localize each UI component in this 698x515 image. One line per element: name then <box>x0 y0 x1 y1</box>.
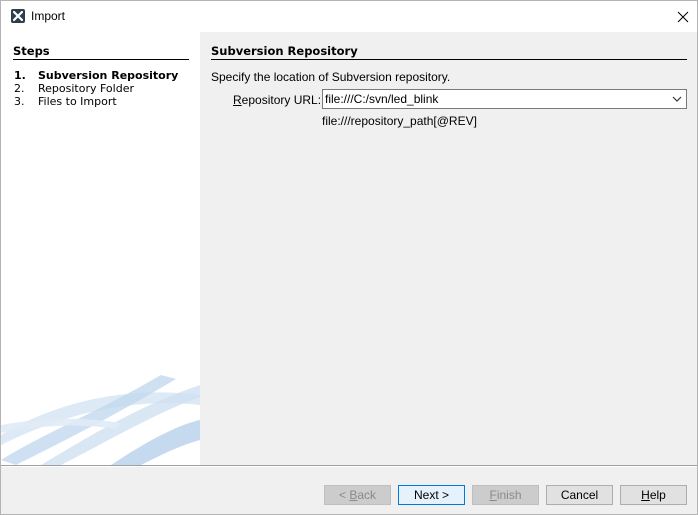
steps-panel: Steps 1. Subversion Repository 2. Reposito… <box>1 32 200 465</box>
mnemonic-letter: R <box>233 93 242 107</box>
step-item-1: 1. Subversion Repository <box>14 69 194 82</box>
steps-list: 1. Subversion Repository 2. Repository Fol… <box>14 69 194 108</box>
step-item-3: 3. Files to Import <box>14 95 194 108</box>
mnemonic-letter: H <box>641 488 650 502</box>
dropdown-button[interactable] <box>670 92 684 106</box>
back-label: ack <box>357 488 377 502</box>
help-button[interactable]: Help <box>620 485 687 505</box>
step-number: 1. <box>14 69 26 82</box>
mnemonic-letter: B <box>349 488 358 502</box>
main-content: Subversion Repository Specify the locati… <box>200 32 697 465</box>
window-title: Import <box>31 9 66 23</box>
step-number: 3. <box>14 95 25 108</box>
url-format-hint: file:///repository_path[@REV] <box>322 114 477 128</box>
step-label: Repository Folder <box>38 82 134 95</box>
cancel-label: Cancel <box>560 488 599 502</box>
close-button[interactable] <box>669 1 697 32</box>
back-button[interactable]: < Back <box>324 485 391 505</box>
app-icon <box>11 9 25 23</box>
mnemonic-letter: F <box>489 488 497 502</box>
title-bar: Import <box>1 1 697 32</box>
help-label: elp <box>649 488 666 502</box>
label-text: epository URL: <box>241 93 322 107</box>
section-heading: Subversion Repository <box>211 44 687 60</box>
next-label: Next > <box>413 488 449 502</box>
next-button[interactable]: Next > <box>398 485 465 505</box>
cancel-button[interactable]: Cancel <box>546 485 613 505</box>
repository-url-input[interactable] <box>325 91 660 107</box>
steps-heading: Steps <box>13 44 189 60</box>
instruction-text: Specify the location of Subversion repos… <box>211 70 451 84</box>
chevron-down-icon <box>672 96 682 102</box>
step-label: Files to Import <box>38 95 117 108</box>
footer-separator <box>1 465 697 467</box>
repository-url-combobox[interactable] <box>322 89 687 109</box>
step-label: Subversion Repository <box>38 69 179 82</box>
back-prefix: < <box>338 488 350 502</box>
decorative-swoosh-graphic <box>1 375 200 465</box>
close-icon <box>677 11 689 22</box>
step-number: 2. <box>14 82 25 95</box>
step-item-2: 2. Repository Folder <box>14 82 194 95</box>
import-dialog: Import Steps 1. Subversion Repository 2. R… <box>0 0 698 515</box>
finish-button[interactable]: Finish <box>472 485 539 505</box>
finish-label: inish <box>496 488 522 502</box>
repository-url-label: Repository URL: <box>233 93 321 107</box>
